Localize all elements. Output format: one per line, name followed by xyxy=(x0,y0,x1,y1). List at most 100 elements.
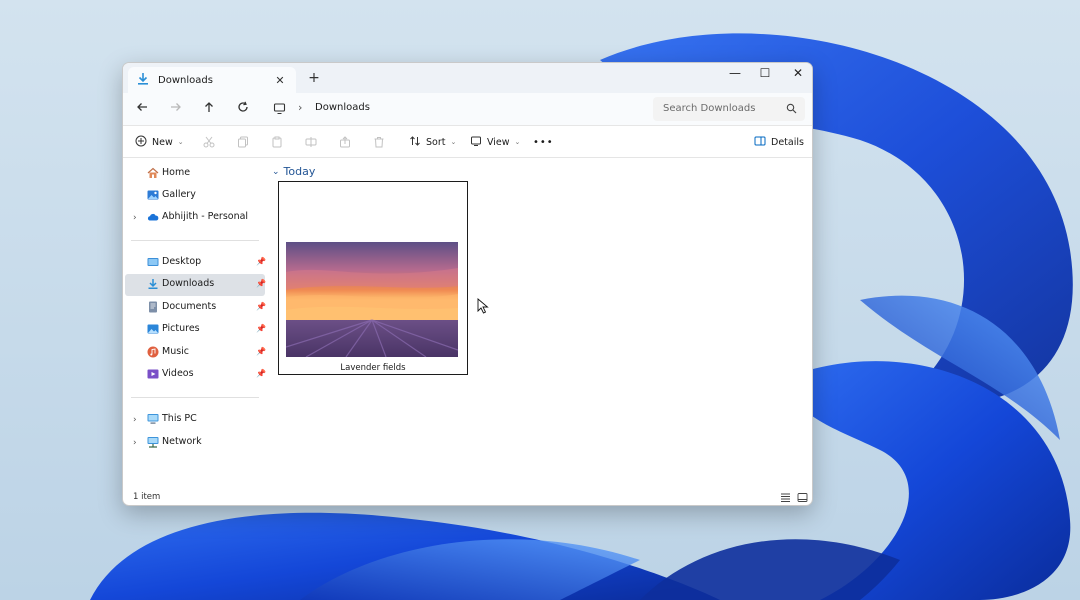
videos-folder-icon xyxy=(147,368,159,383)
copy-icon[interactable] xyxy=(237,134,249,150)
downloads-icon xyxy=(136,72,150,89)
music-folder-icon xyxy=(147,346,159,361)
up-arrow-icon[interactable] xyxy=(200,101,218,119)
file-name: Lavender fields xyxy=(340,363,406,373)
details-label: Details xyxy=(771,136,804,148)
breadcrumb-current-folder[interactable]: Downloads xyxy=(315,102,370,113)
sidebar-item-label: Home xyxy=(162,167,191,178)
view-button[interactable]: View ⌄ xyxy=(470,134,520,150)
onedrive-cloud-icon xyxy=(147,211,159,226)
lavender-fields-thumbnail xyxy=(286,242,458,357)
delete-icon[interactable] xyxy=(373,134,385,150)
view-icon xyxy=(470,135,482,150)
group-header-today[interactable]: ⌄ Today xyxy=(272,165,315,178)
cut-icon[interactable] xyxy=(203,134,215,150)
sidebar-divider xyxy=(131,397,259,398)
sidebar-divider xyxy=(131,240,259,241)
downloads-folder-icon xyxy=(147,278,159,293)
file-list-area: ⌄ Today Lavender fields xyxy=(268,158,812,488)
share-icon[interactable] xyxy=(339,134,351,150)
sidebar-item-documents[interactable]: Documents 📌 xyxy=(125,297,266,319)
sidebar-item-label: Music xyxy=(162,346,190,357)
sidebar-item-label: Documents xyxy=(162,301,217,312)
tab-title: Downloads xyxy=(158,74,213,86)
file-item[interactable]: Lavender fields xyxy=(278,181,468,375)
this-pc-icon xyxy=(147,413,159,428)
maximize-button[interactable]: ☐ xyxy=(749,63,781,85)
sidebar-item-pictures[interactable]: Pictures 📌 xyxy=(125,319,266,341)
chevron-right-icon[interactable]: › xyxy=(133,438,137,448)
pin-icon[interactable]: 📌 xyxy=(256,302,266,311)
sidebar-item-label: Gallery xyxy=(162,189,196,200)
new-button[interactable]: New ⌄ xyxy=(135,134,184,150)
pictures-folder-icon xyxy=(147,323,159,338)
sidebar-item-label: Desktop xyxy=(162,256,202,267)
tab-close-icon[interactable]: ✕ xyxy=(272,74,288,87)
navigation-pane: Home Gallery › Abhijith - Personal Deskt… xyxy=(123,158,266,488)
breadcrumb-separator: › xyxy=(298,101,303,114)
file-explorer-window: Downloads ✕ + — ☐ ✕ › Downloads Search D… xyxy=(122,62,813,506)
sidebar-item-music[interactable]: Music 📌 xyxy=(125,342,266,364)
chevron-down-icon: ⌄ xyxy=(514,138,521,146)
chevron-right-icon[interactable]: › xyxy=(133,213,137,223)
details-view-icon[interactable] xyxy=(780,492,791,505)
sort-label: Sort xyxy=(426,136,446,148)
rename-icon[interactable] xyxy=(305,134,317,150)
forward-arrow-icon[interactable] xyxy=(167,101,185,119)
chevron-right-icon[interactable]: › xyxy=(133,415,137,425)
command-bar: New ⌄ Sort ⌄ View ⌄ ••• Details xyxy=(123,126,812,158)
sidebar-item-downloads[interactable]: Downloads 📌 xyxy=(125,274,266,296)
pin-icon[interactable]: 📌 xyxy=(256,324,266,333)
documents-folder-icon xyxy=(147,301,159,316)
large-icons-view-icon[interactable] xyxy=(797,492,808,505)
network-icon xyxy=(147,436,159,451)
pin-icon[interactable]: 📌 xyxy=(256,257,266,266)
pin-icon[interactable]: 📌 xyxy=(256,347,266,356)
plus-circle-icon xyxy=(135,135,147,150)
group-header-label: Today xyxy=(283,165,316,178)
sidebar-item-onedrive[interactable]: › Abhijith - Personal xyxy=(125,207,265,229)
sidebar-item-gallery[interactable]: Gallery xyxy=(125,185,265,207)
chevron-down-icon: ⌄ xyxy=(177,138,184,146)
new-label: New xyxy=(152,136,173,148)
sidebar-item-videos[interactable]: Videos 📌 xyxy=(125,364,266,386)
address-bar: › Downloads Search Downloads xyxy=(123,93,812,126)
this-pc-breadcrumb-icon[interactable] xyxy=(273,102,286,118)
status-bar: 1 item xyxy=(123,488,812,505)
sidebar-item-label: Network xyxy=(162,436,202,447)
home-icon xyxy=(147,167,159,182)
sort-button[interactable]: Sort ⌄ xyxy=(409,134,456,150)
refresh-icon[interactable] xyxy=(234,101,252,119)
search-icon xyxy=(786,103,797,117)
mouse-cursor-icon xyxy=(477,298,489,314)
paste-icon[interactable] xyxy=(271,134,283,150)
sort-icon xyxy=(409,135,421,150)
chevron-down-icon: ⌄ xyxy=(272,166,280,177)
minimize-button[interactable]: — xyxy=(719,63,751,85)
close-window-button[interactable]: ✕ xyxy=(782,63,812,85)
sidebar-item-label: Downloads xyxy=(162,278,215,289)
back-arrow-icon[interactable] xyxy=(133,101,151,119)
new-tab-button[interactable]: + xyxy=(305,69,323,87)
sidebar-item-network[interactable]: › Network xyxy=(125,432,265,454)
sidebar-item-home[interactable]: Home xyxy=(125,163,265,185)
sidebar-item-label: Videos xyxy=(162,368,194,379)
details-pane-icon xyxy=(754,135,766,150)
sidebar-item-label: This PC xyxy=(162,413,197,424)
desktop-folder-icon xyxy=(147,256,159,271)
sidebar-item-label: Abhijith - Personal xyxy=(162,211,249,222)
search-input[interactable]: Search Downloads xyxy=(653,97,805,121)
search-placeholder: Search Downloads xyxy=(663,103,756,114)
gallery-icon xyxy=(147,189,159,204)
pin-icon[interactable]: 📌 xyxy=(256,279,266,288)
chevron-down-icon: ⌄ xyxy=(450,138,457,146)
pin-icon[interactable]: 📌 xyxy=(256,369,266,378)
sidebar-item-desktop[interactable]: Desktop 📌 xyxy=(125,252,266,274)
sidebar-item-this-pc[interactable]: › This PC xyxy=(125,409,265,431)
sidebar-item-label: Pictures xyxy=(162,323,200,334)
title-bar: Downloads ✕ + — ☐ ✕ xyxy=(123,63,812,93)
tab-downloads[interactable]: Downloads ✕ xyxy=(128,67,296,93)
item-count: 1 item xyxy=(133,492,161,502)
more-options-button[interactable]: ••• xyxy=(533,134,554,150)
details-button[interactable]: Details xyxy=(754,134,804,150)
